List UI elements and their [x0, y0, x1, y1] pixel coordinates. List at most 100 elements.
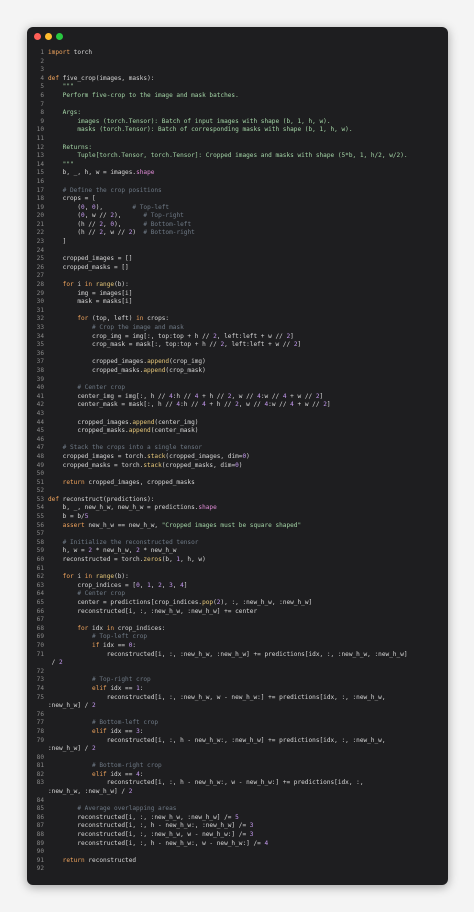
code-token: mask = masks[i]	[48, 298, 133, 306]
code-token: cropped_images = []	[48, 255, 133, 263]
line-number: 27	[36, 272, 44, 280]
line-source	[48, 530, 448, 539]
code-token: cropped_images.	[48, 358, 148, 366]
line-source: reconstructed[i, :, h - new_h_w:, :new_h…	[48, 737, 448, 746]
code-editor[interactable]: 1 import torch 2 3 4 def five_crop(images, ma…	[27, 49, 448, 874]
code-token: * new_h_w,	[92, 547, 137, 555]
code-token: masks (torch.Tensor): Batch of correspon…	[48, 126, 353, 134]
line-number: 68	[36, 624, 44, 632]
code-token: crops = [	[48, 195, 96, 203]
code-token: # Define the crop positions	[48, 186, 162, 194]
code-token: # Top-right crop	[48, 676, 151, 684]
line-number: 24	[36, 246, 44, 254]
line-number: 20	[36, 212, 44, 220]
code-token: :	[139, 727, 144, 735]
line-source	[48, 307, 448, 316]
line-source: # Stack the crops into a single tensor	[48, 444, 448, 453]
line-source: crop_mask = mask[:, top:top + h // 2, le…	[48, 341, 448, 350]
code-line: 79 reconstructed[i, :, h - new_h_w:, :ne…	[27, 737, 448, 746]
code-token: ,	[84, 203, 93, 211]
code-token: crop_img = img[:, top:top + h //	[48, 332, 214, 340]
code-line: 85 # Average overlapping areas	[27, 805, 448, 814]
line-number: 29	[36, 289, 44, 297]
line-source	[48, 58, 448, 67]
line-number: 25	[36, 255, 44, 263]
code-line: 23 ]	[27, 238, 448, 247]
code-token: center = predictions[crop_indices.	[48, 599, 203, 606]
line-source: center = predictions[crop_indices.pop(2)…	[48, 599, 448, 608]
line-number: 15	[36, 169, 44, 177]
line-source: b, _, new_h_w, new_h_w = predictions.sha…	[48, 504, 448, 513]
minimize-icon[interactable]	[45, 33, 52, 40]
code-token: )	[132, 229, 144, 237]
code-line: 30 mask = masks[i]	[27, 298, 448, 307]
line-source: import torch	[48, 49, 448, 58]
code-token: stack	[147, 452, 166, 460]
line-source: / 2	[48, 659, 448, 668]
line-number: 80	[36, 753, 44, 761]
code-line: 59 h, w = 2 * new_h_w, 2 * new_h_w	[27, 547, 448, 556]
code-token: 3	[249, 822, 254, 830]
code-line: 86 reconstructed[i, :, :new_h_w, :new_h_…	[27, 814, 448, 823]
code-token: (center_mask)	[150, 427, 199, 435]
line-number: 55	[36, 513, 44, 521]
code-token: # Average overlapping areas	[48, 805, 177, 813]
code-line: 57	[27, 530, 448, 539]
code-line: 50	[27, 470, 448, 479]
code-token: ),	[114, 220, 144, 228]
line-source	[48, 376, 448, 385]
code-line: 21 (h // 2, 0), # Bottom-left	[27, 221, 448, 230]
code-token: reconstructed[i, :, :new_h_w, w - new_h_…	[48, 831, 250, 839]
code-token: cropped_masks.	[48, 427, 129, 435]
line-source: h, w = 2 * new_h_w, 2 * new_h_w	[48, 547, 448, 556]
zoom-icon[interactable]	[56, 33, 63, 40]
line-source: b, _, h, w = images.shape	[48, 169, 448, 178]
code-line: 24	[27, 247, 448, 256]
code-token: reconstructed[i, :, h - new_h_w:, w - ne…	[48, 839, 265, 847]
line-source: reconstructed[i, :, :new_h_w, :new_h_w] …	[48, 814, 448, 823]
code-token: 2	[128, 788, 133, 796]
code-token: def	[48, 74, 60, 82]
line-number: 13	[36, 152, 44, 160]
line-number: 58	[36, 538, 44, 546]
code-token: (b,	[161, 556, 177, 564]
line-source: return cropped_images, cropped_masks	[48, 479, 448, 488]
line-number: 72	[36, 667, 44, 675]
line-number: 67	[36, 616, 44, 624]
code-token: 2	[92, 702, 96, 710]
code-token: "Cropped images must be square shaped"	[161, 521, 302, 529]
close-icon[interactable]	[34, 33, 41, 40]
line-source	[48, 754, 448, 763]
line-number: 52	[36, 487, 44, 495]
code-line: 81 # Bottom-right crop	[27, 762, 448, 771]
code-line: 19 (0, 0), # Top-left	[27, 204, 448, 213]
code-line: 46	[27, 436, 448, 445]
code-line: 16	[27, 178, 448, 187]
code-line: 58 # Initialize the reconstructed tensor	[27, 539, 448, 548]
code-line: 35 crop_mask = mask[:, top:top + h // 2,…	[27, 341, 448, 350]
code-token: 2	[92, 745, 96, 753]
code-token: ,	[139, 581, 148, 589]
line-source: Tuple[torch.Tensor, torch.Tensor]: Cropp…	[48, 152, 448, 161]
code-token: Returns:	[48, 143, 93, 151]
line-number: 30	[36, 298, 44, 306]
code-token: :h //	[172, 392, 195, 400]
line-source	[48, 350, 448, 359]
line-number: 45	[36, 427, 44, 435]
line-number: 17	[36, 186, 44, 194]
line-number: 41	[36, 392, 44, 400]
code-line: 92	[27, 865, 448, 874]
line-source: elif idx == 1:	[48, 685, 448, 694]
code-token: (b):	[114, 573, 129, 581]
line-number: 90	[36, 848, 44, 856]
code-line: 47 # Stack the crops into a single tenso…	[27, 444, 448, 453]
code-token: ]	[183, 581, 188, 589]
code-token: # Top-right	[143, 212, 184, 220]
code-window: 1 import torch 2 3 4 def five_crop(images, ma…	[27, 27, 448, 885]
line-number: 83	[36, 779, 44, 787]
line-number: 54	[36, 504, 44, 512]
line-source: """	[48, 83, 448, 92]
line-source: :new_h_w] / 2	[48, 702, 448, 711]
code-line: 48 cropped_images = torch.stack(cropped_…	[27, 453, 448, 462]
code-line: :new_h_w] / 2	[27, 702, 448, 711]
